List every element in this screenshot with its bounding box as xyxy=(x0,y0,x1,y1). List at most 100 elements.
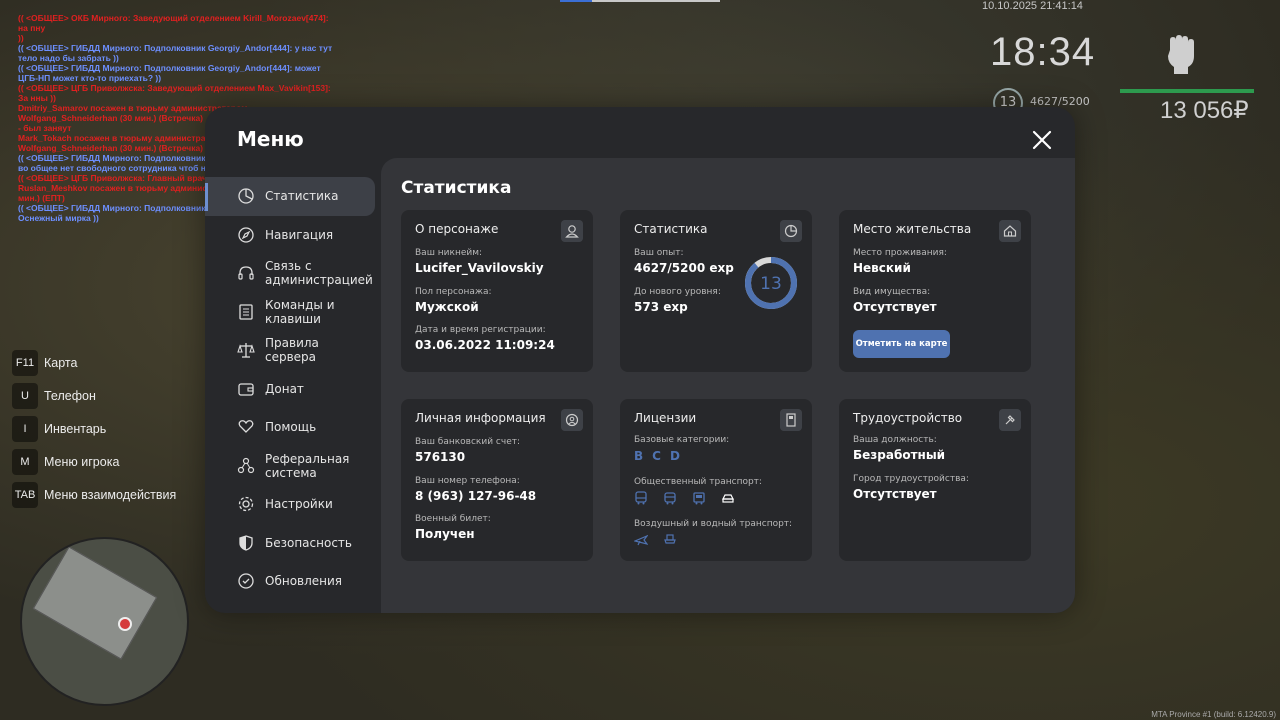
sidebar-item[interactable]: Правила сервера xyxy=(205,331,381,370)
license-icon xyxy=(780,409,802,431)
mark-on-map-button[interactable]: Отметить на карте xyxy=(853,330,950,358)
card-title: Лицензии xyxy=(634,411,697,425)
sidebar-item-label: Связь с администрацией xyxy=(265,259,373,288)
pie-chart-icon xyxy=(780,220,802,242)
update-icon xyxy=(238,573,254,589)
stats-icon xyxy=(238,188,254,204)
chat-line: )) xyxy=(18,33,24,43)
date-time: 10.10.2025 21:41:14 xyxy=(982,0,1083,12)
key-label: Меню игрока xyxy=(44,454,120,469)
nick-label: Ваш никнейм: xyxy=(415,248,483,258)
sidebar-item[interactable]: Связь с администрацией xyxy=(205,254,381,293)
sidebar-item[interactable]: Навигация xyxy=(205,216,381,255)
level-number: 13 xyxy=(760,274,782,294)
key-label: Телефон xyxy=(44,388,96,403)
position-value: Безработный xyxy=(853,448,946,462)
license-category: B xyxy=(634,449,645,463)
nick-value: Lucifer_Vavilovskiy xyxy=(415,261,544,275)
plane-icon xyxy=(634,534,648,546)
chat-line: (( <ОБЩЕЕ> ЦГБ Приволжска: Заведующий от… xyxy=(18,83,331,103)
place-value: Невский xyxy=(853,261,911,275)
tram-icon xyxy=(693,492,705,505)
close-icon[interactable] xyxy=(1031,129,1053,151)
public-transport-icons xyxy=(634,490,745,509)
compass-icon xyxy=(238,227,254,243)
sidebar-item[interactable]: Безопасность xyxy=(205,524,381,563)
top-progress-bar xyxy=(560,0,720,2)
city-label: Город трудоустройства: xyxy=(853,474,969,484)
next-label: До нового уровня: xyxy=(634,287,721,297)
sidebar-item[interactable]: Помощь xyxy=(205,408,381,447)
hammer-icon xyxy=(999,409,1021,431)
card-home: Место жительства Место проживания: Невск… xyxy=(839,210,1031,372)
money-bar xyxy=(1120,89,1254,93)
chat-line: (( <ОБЩЕЕ> ГИБДД Мирного: Подполковник G… xyxy=(18,63,321,83)
chat-line: (( <ОБЩЕЕ> ГИБДД Мирного: Подполковник G… xyxy=(18,43,333,63)
property-label: Вид имущества: xyxy=(853,287,931,297)
trolleybus-icon xyxy=(664,492,676,505)
key-cap: TAB xyxy=(12,481,38,508)
key-hint: F11 Карта xyxy=(12,346,176,379)
card-licenses: Лицензии Базовые категории: BCD Обществе… xyxy=(620,399,812,561)
license-categories: BCD xyxy=(634,449,689,463)
key-hint: I Инвентарь xyxy=(12,412,176,445)
heart-hand-icon xyxy=(238,420,254,434)
sidebar-item-label: Навигация xyxy=(265,227,334,242)
sidebar-item-label: Безопасность xyxy=(265,535,352,550)
phone-value: 8 (963) 127-96-48 xyxy=(415,489,537,503)
document-icon xyxy=(239,304,253,320)
card-title: Статистика xyxy=(634,222,708,236)
key-hint: U Телефон xyxy=(12,379,176,412)
sidebar-item-label: Правила сервера xyxy=(265,336,319,365)
bank-value: 576130 xyxy=(415,450,466,464)
military-label: Военный билет: xyxy=(415,514,491,524)
shield-icon xyxy=(239,535,253,551)
sidebar-item-label: Статистика xyxy=(265,189,339,204)
key-cap: I xyxy=(12,415,38,442)
bank-label: Ваш банковский счет: xyxy=(415,437,521,447)
key-label: Меню взаимодействия xyxy=(44,487,177,502)
level-ring: 13 xyxy=(745,257,797,309)
bus-icon xyxy=(635,491,647,505)
taxi-icon xyxy=(722,494,735,503)
money: 13 056₽ xyxy=(1160,97,1249,124)
sidebar-item[interactable]: Донат xyxy=(205,370,381,409)
key-label: Карта xyxy=(44,355,78,370)
place-label: Место проживания: xyxy=(853,248,947,258)
chat-line: (( <ОБЩЕЕ> ОКБ Мирного: Заведующий отдел… xyxy=(18,13,329,33)
sidebar-item[interactable]: Команды и клавиши xyxy=(205,293,381,332)
player-marker xyxy=(118,617,132,631)
build-info: MTA Province #1 (build: 6.12420.9) xyxy=(1151,710,1276,719)
key-cap: M xyxy=(12,448,38,475)
card-stats: Статистика Ваш опыт: 4627/5200 exp До но… xyxy=(620,210,812,372)
fist-icon xyxy=(1168,35,1194,74)
sidebar-item-label: Обновления xyxy=(265,574,343,589)
key-hint: M Меню игрока xyxy=(12,445,176,478)
next-value: 573 exp xyxy=(634,300,688,314)
key-hint: TAB Меню взаимодействия xyxy=(12,478,176,511)
menu-panel: Меню Статистика Навигация Связь с админист… xyxy=(205,107,1075,613)
game-clock: 18:34 xyxy=(990,30,1096,74)
minimap xyxy=(20,537,189,706)
headset-icon xyxy=(238,266,254,280)
card-job: Трудоустройство Ваша должность: Безработ… xyxy=(839,399,1031,561)
sidebar-item-label: Помощь xyxy=(265,420,317,435)
card-title: Личная информация xyxy=(415,411,546,425)
city-value: Отсутствует xyxy=(853,487,937,501)
menu-title: Меню xyxy=(237,127,304,151)
gender-label: Пол персонажа: xyxy=(415,287,492,297)
scales-icon xyxy=(237,343,255,358)
gear-icon xyxy=(238,497,254,512)
sidebar-item[interactable]: Обновления xyxy=(205,562,381,601)
card-personal: Личная информация Ваш банковский счет: 5… xyxy=(401,399,593,561)
sidebar-item[interactable]: Реферальная система xyxy=(205,447,381,486)
user-icon xyxy=(561,220,583,242)
sidebar-item[interactable]: Статистика xyxy=(205,177,375,216)
military-value: Получен xyxy=(415,527,475,541)
sidebar-item-label: Реферальная система xyxy=(265,451,350,480)
air-label: Воздушный и водный транспорт: xyxy=(634,519,793,529)
sidebar-item[interactable]: Настройки xyxy=(205,485,381,524)
sidebar: Статистика Навигация Связь с администрацие… xyxy=(205,177,381,601)
card-title: О персонаже xyxy=(415,222,499,236)
gender-value: Мужской xyxy=(415,300,479,314)
